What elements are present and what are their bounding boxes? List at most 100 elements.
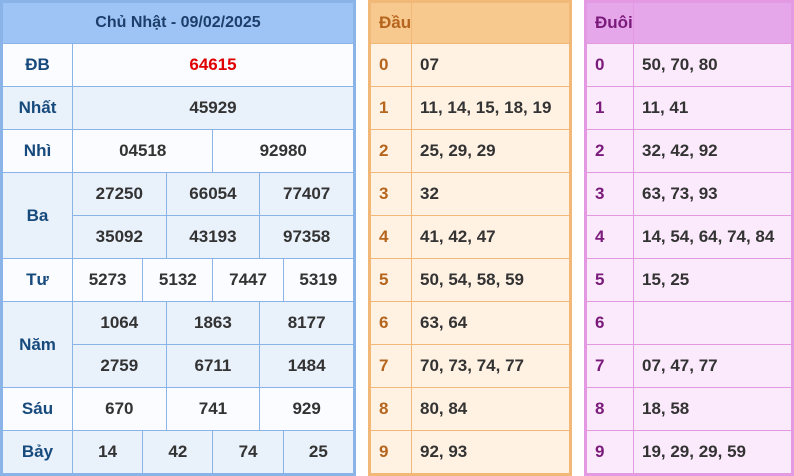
duoi-numbers — [633, 301, 792, 345]
prize-number: 25 — [282, 430, 355, 474]
dau-digit: 7 — [370, 344, 412, 388]
prize-number: 27250 — [72, 172, 167, 216]
prize-number: 1064 — [72, 301, 167, 345]
dau-numbers: 50, 54, 58, 59 — [411, 258, 570, 302]
duoi-digit: 4 — [586, 215, 634, 259]
duoi-row: 0 50, 70, 80 — [586, 43, 792, 87]
dau-numbers: 70, 73, 74, 77 — [411, 344, 570, 388]
dau-digit: 2 — [370, 129, 412, 173]
dau-numbers: 11, 14, 15, 18, 19 — [411, 86, 570, 130]
dau-row: 6 63, 64 — [370, 301, 570, 345]
dau-row: 9 92, 93 — [370, 430, 570, 474]
prize-label: Tư — [2, 258, 73, 302]
prize-number: 8177 — [259, 301, 354, 345]
prize-number: 64615 — [72, 43, 354, 87]
duoi-row: 4 14, 54, 64, 74, 84 — [586, 215, 792, 259]
duoi-row: 3 63, 73, 93 — [586, 172, 792, 216]
dau-digit: 8 — [370, 387, 412, 431]
prize-number: 45929 — [72, 86, 354, 130]
dau-row: 1 11, 14, 15, 18, 19 — [370, 86, 570, 130]
dau-digit: 0 — [370, 43, 412, 87]
duoi-digit: 6 — [586, 301, 634, 345]
prize-label: Bảy — [2, 430, 73, 474]
duoi-numbers: 18, 58 — [633, 387, 792, 431]
dau-table: Đầu 0 07 1 11, 14, 15, 18, 19 2 25, 29, 29 3 32… — [368, 0, 572, 476]
duoi-digit: 7 — [586, 344, 634, 388]
dau-row: 2 25, 29, 29 — [370, 129, 570, 173]
duoi-numbers: 50, 70, 80 — [633, 43, 792, 87]
duoi-digit: 8 — [586, 387, 634, 431]
prize-number: 1863 — [165, 301, 261, 345]
prize-number: 7447 — [212, 258, 284, 302]
prize-label: ĐB — [2, 43, 73, 87]
prize-row-sau: Sáu 670 741 929 — [2, 387, 354, 431]
dau-numbers: 07 — [411, 43, 570, 87]
dau-row: 5 50, 54, 58, 59 — [370, 258, 570, 302]
prize-row-ba: Ba 27250 66054 77407 — [2, 172, 354, 259]
dau-digit: 3 — [370, 172, 412, 216]
prize-number: 5319 — [282, 258, 355, 302]
duoi-numbers: 19, 29, 29, 59 — [633, 430, 792, 474]
prize-row-nhat: Nhất 45929 — [2, 86, 354, 130]
dau-row: 0 07 — [370, 43, 570, 87]
dau-digit: 1 — [370, 86, 412, 130]
dau-digit: 6 — [370, 301, 412, 345]
prize-number: 74 — [212, 430, 284, 474]
duoi-digit: 1 — [586, 86, 634, 130]
duoi-digit: 9 — [586, 430, 634, 474]
prize-number: 670 — [72, 387, 167, 431]
prize-number: 42 — [142, 430, 214, 474]
dau-numbers: 63, 64 — [411, 301, 570, 345]
results-table: Chủ Nhật - 09/02/2025 ĐB 64615 Nhất 4592… — [0, 0, 356, 476]
prize-row-bay: Bảy 14 42 74 25 — [2, 430, 355, 474]
prize-label: Ba — [2, 172, 73, 259]
duoi-numbers: 07, 47, 77 — [633, 344, 792, 388]
prize-number: 77407 — [259, 172, 354, 216]
prize-row-nhi: Nhì 04518 92980 — [2, 129, 354, 173]
duoi-numbers: 11, 41 — [633, 86, 792, 130]
prize-row-db: ĐB 64615 — [2, 43, 354, 87]
prize-number: 97358 — [259, 215, 354, 259]
prize-number: 04518 — [71, 129, 214, 173]
duoi-table: Đuôi 0 50, 70, 80 1 11, 41 2 32, 42, 92 3 63, 7… — [584, 0, 794, 476]
prize-label: Nhì — [2, 129, 73, 173]
prize-number: 6711 — [165, 344, 261, 388]
dau-row: 8 80, 84 — [370, 387, 570, 431]
prize-number: 66054 — [165, 172, 261, 216]
prize-row-tu: Tư 5273 5132 7447 5319 — [2, 258, 355, 302]
results-title: Chủ Nhật - 09/02/2025 — [2, 2, 354, 44]
duoi-digit: 0 — [586, 43, 634, 87]
duoi-row: 9 19, 29, 29, 59 — [586, 430, 792, 474]
duoi-row: 1 11, 41 — [586, 86, 792, 130]
prize-number: 5273 — [71, 258, 144, 302]
dau-numbers: 80, 84 — [411, 387, 570, 431]
prize-label: Năm — [2, 301, 73, 388]
duoi-row: 5 15, 25 — [586, 258, 792, 302]
duoi-row: 7 07, 47, 77 — [586, 344, 792, 388]
dau-row: 7 70, 73, 74, 77 — [370, 344, 570, 388]
dau-digit: 4 — [370, 215, 412, 259]
dau-digit: 9 — [370, 430, 412, 474]
prize-number: 929 — [259, 387, 354, 431]
prize-number: 14 — [71, 430, 144, 474]
duoi-row: 6 — [586, 301, 792, 345]
duoi-numbers: 15, 25 — [633, 258, 792, 302]
dau-numbers: 25, 29, 29 — [411, 129, 570, 173]
prize-row-nam: Năm 1064 1863 8177 — [2, 301, 354, 388]
dau-row: 4 41, 42, 47 — [370, 215, 570, 259]
duoi-numbers: 32, 42, 92 — [633, 129, 792, 173]
duoi-numbers: 14, 54, 64, 74, 84 — [633, 215, 792, 259]
duoi-header: Đuôi — [586, 2, 792, 44]
prize-label: Nhất — [2, 86, 73, 130]
duoi-title: Đuôi — [586, 2, 634, 44]
prize-number: 35092 — [72, 215, 167, 259]
dau-title: Đầu — [370, 2, 412, 44]
duoi-row: 2 32, 42, 92 — [586, 129, 792, 173]
dau-header: Đầu — [370, 2, 570, 44]
dau-numbers: 41, 42, 47 — [411, 215, 570, 259]
prize-number: 2759 — [72, 344, 167, 388]
dau-row: 3 32 — [370, 172, 570, 216]
duoi-digit: 2 — [586, 129, 634, 173]
prize-number: 43193 — [165, 215, 261, 259]
duoi-digit: 5 — [586, 258, 634, 302]
